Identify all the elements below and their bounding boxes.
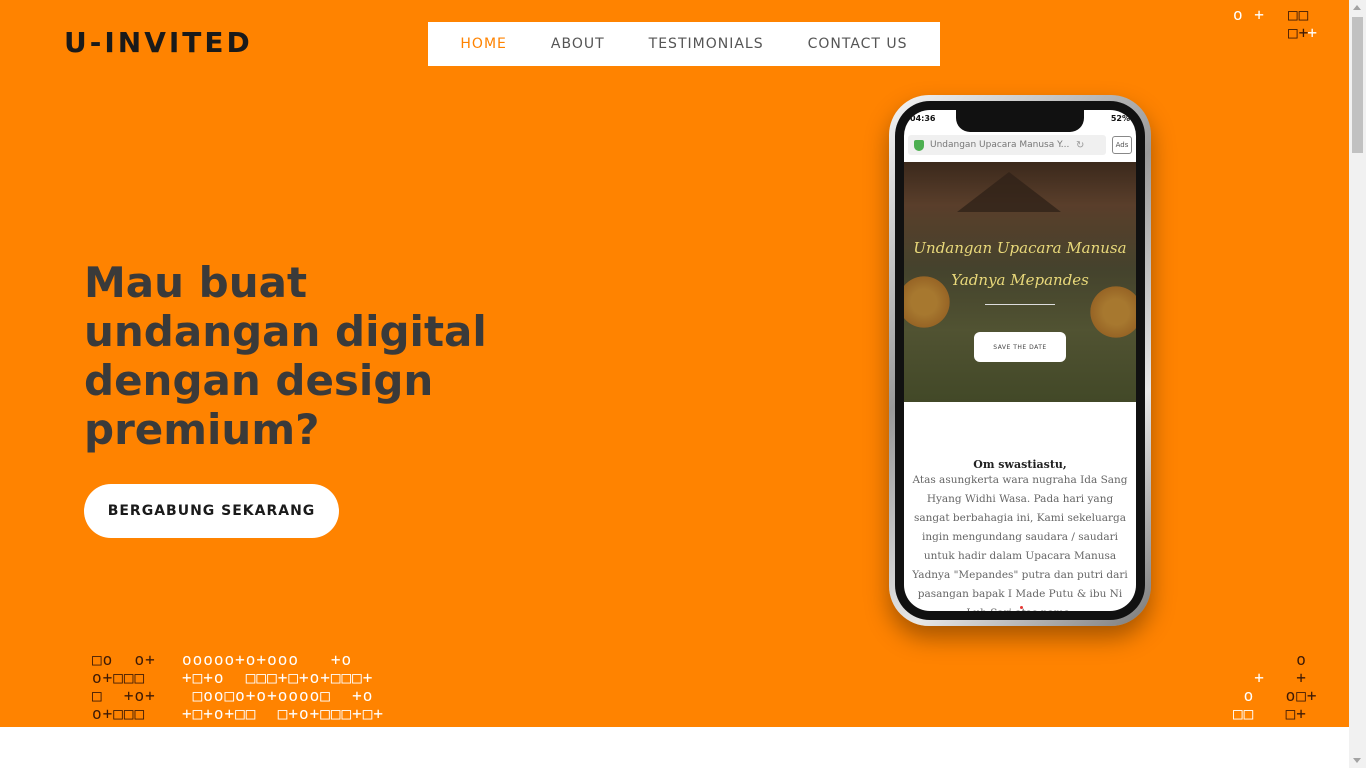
- invitation-body: Atas asungkerta wara nugraha Ida Sang Hy…: [912, 474, 1128, 611]
- decor-pattern-top-right-dark: □□ □+: [1288, 5, 1310, 42]
- nav-item-home[interactable]: HOME: [460, 36, 506, 52]
- url-box: Undangan Upacara Manusa Y... ↻: [908, 135, 1106, 155]
- shield-icon: [914, 139, 924, 151]
- main-nav: HOME ABOUT TESTIMONIALS CONTACT US: [428, 22, 940, 66]
- join-now-button[interactable]: BERGABUNG SEKARANG: [84, 484, 339, 538]
- scroll-up-arrow-icon[interactable]: [1353, 5, 1361, 10]
- decor-pattern-bottom-right-white: + o □□: [1233, 668, 1265, 723]
- browser-url-bar: Undangan Upacara Manusa Y... ↻ Ads: [908, 134, 1132, 156]
- hero-headline: Mau buat undangan digital dengan design …: [84, 258, 487, 454]
- phone-mockup: 04:36 52% Undangan Upacara Manusa Y... ↻…: [889, 95, 1151, 626]
- invitation-banner-image: Undangan Upacara Manusa Yadnya Mepandes …: [904, 162, 1136, 402]
- page-scrollbar[interactable]: [1349, 0, 1366, 768]
- scrollbar-thumb[interactable]: [1352, 17, 1363, 153]
- phone-screen: 04:36 52% Undangan Upacara Manusa Y... ↻…: [904, 110, 1136, 611]
- scroll-down-arrow-icon[interactable]: [1353, 758, 1361, 763]
- nav-item-about[interactable]: ABOUT: [551, 36, 605, 52]
- url-text: Undangan Upacara Manusa Y...: [930, 140, 1070, 150]
- decor-pattern-bottom-left-white: ooooo+o+ooo +o +□+o □□□+□+o+□□□+ □oo□o+o…: [182, 650, 385, 723]
- invitation-greeting: Om swastiastu,: [973, 458, 1067, 471]
- page-indicator-dot: [1020, 606, 1023, 609]
- ornament-divider: [985, 304, 1055, 305]
- brand-logo[interactable]: U-INVITED: [64, 26, 253, 59]
- phone-bezel: 04:36 52% Undangan Upacara Manusa Y... ↻…: [895, 101, 1145, 620]
- banner-script-title: Undangan Upacara Manusa Yadnya Mepandes: [913, 239, 1127, 289]
- nav-item-contact-us[interactable]: CONTACT US: [808, 36, 908, 52]
- nav-item-testimonials[interactable]: TESTIMONIALS: [649, 36, 764, 52]
- save-the-date-button: SAVE THE DATE: [974, 332, 1066, 362]
- status-time: 04:36: [910, 114, 936, 123]
- ads-badge: Ads: [1112, 136, 1132, 154]
- reload-icon: ↻: [1076, 139, 1085, 151]
- hero-section: U-INVITED HOME ABOUT TESTIMONIALS CONTAC…: [0, 0, 1349, 727]
- phone-notch: [956, 110, 1084, 132]
- status-battery: 52%: [1110, 114, 1130, 123]
- decor-pattern-bottom-left-dark: □o o+ o+□□□ □ +o+ o+□□□: [92, 650, 156, 723]
- decor-pattern-bottom-right-dark: o + o□+ □+: [1285, 650, 1318, 723]
- invitation-text: Om swastiastu, Atas asungkerta wara nugr…: [904, 458, 1136, 611]
